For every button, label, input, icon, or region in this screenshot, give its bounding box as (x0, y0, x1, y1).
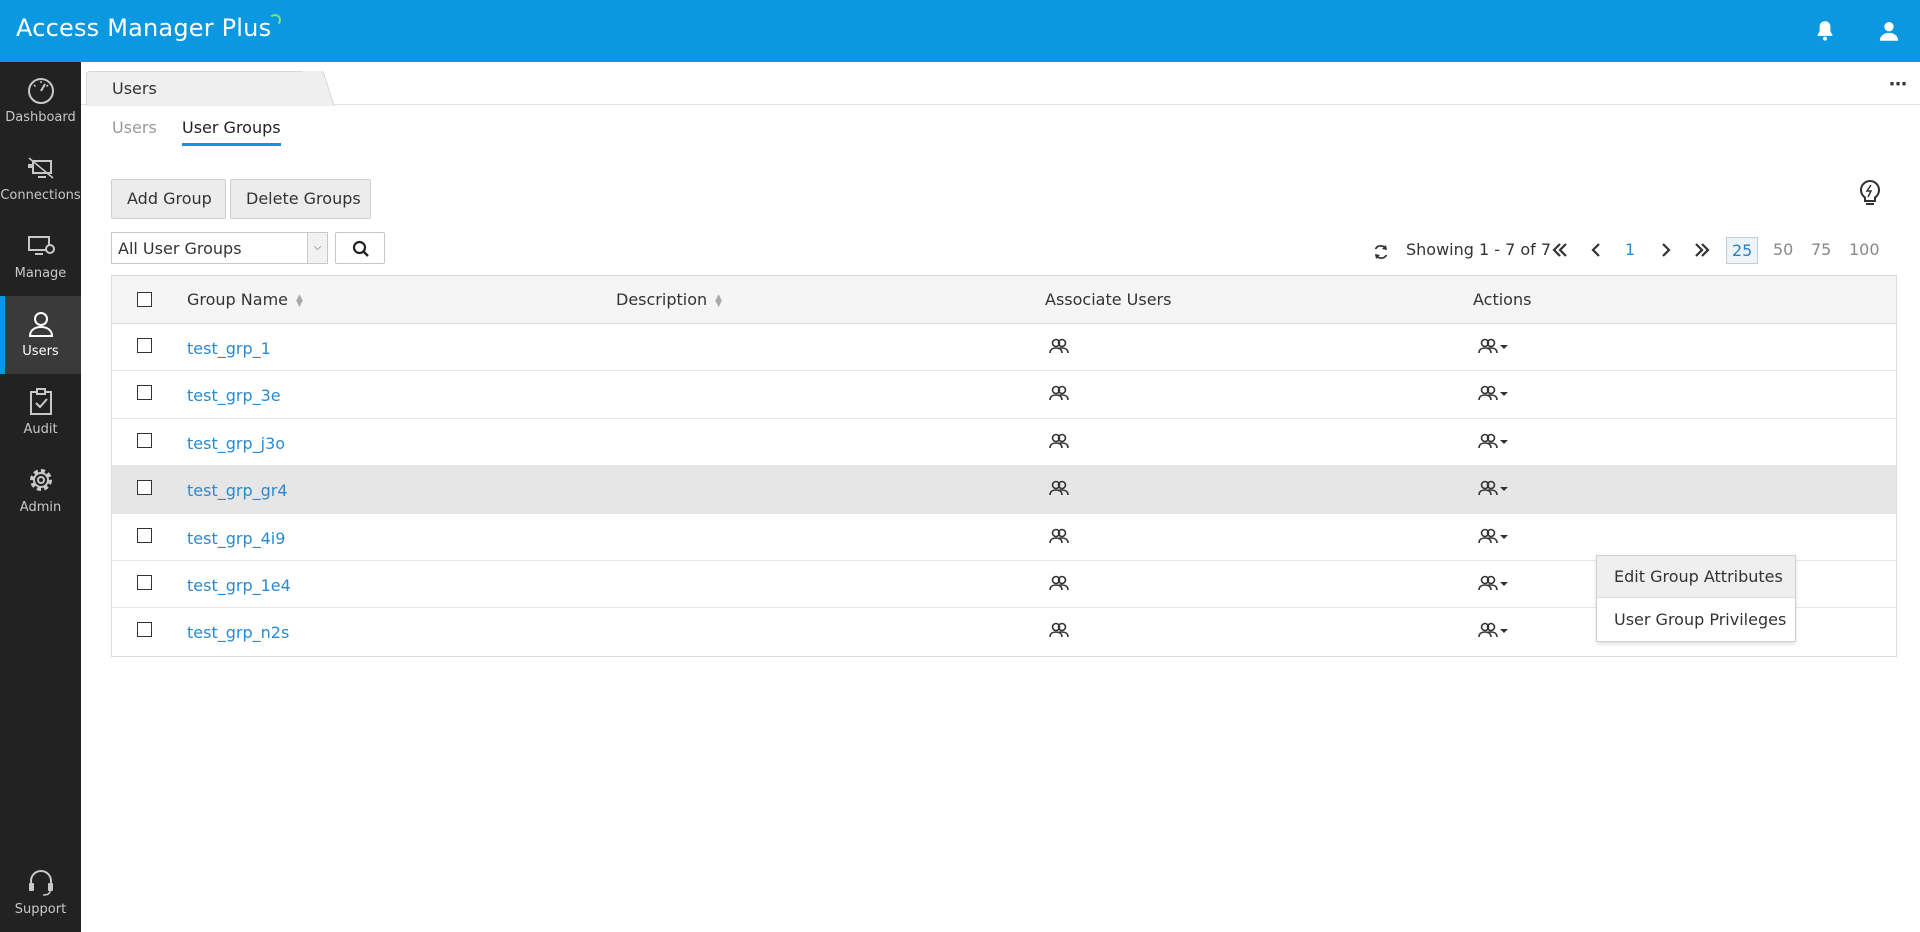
main-content: Users ⋯ Users User Groups Add Group Dele… (81, 62, 1920, 932)
sort-icon[interactable]: ▲ ▼ (715, 293, 722, 308)
sidebar-item-audit[interactable]: Audit (0, 374, 81, 452)
sidebar-item-dashboard[interactable]: Dashboard (0, 62, 81, 140)
add-group-button[interactable]: Add Group (111, 179, 226, 219)
row-checkbox[interactable] (137, 432, 152, 448)
lightbulb-icon[interactable] (1857, 179, 1883, 209)
associate-users-icon[interactable] (1048, 480, 1070, 500)
next-page-icon[interactable] (1659, 241, 1673, 259)
user-group-privileges-menu-item[interactable]: User Group Privileges (1597, 599, 1795, 641)
actions-dropdown-menu: Edit Group Attributes User Group Privile… (1596, 555, 1796, 642)
row-checkbox[interactable] (137, 527, 152, 543)
sort-icon[interactable]: ▲ ▼ (296, 293, 303, 308)
user-icon (28, 312, 54, 337)
group-actions-icon[interactable] (1477, 385, 1509, 405)
last-page-icon[interactable] (1693, 241, 1711, 259)
page-size-50[interactable]: 50 (1768, 237, 1798, 262)
select-all-checkbox[interactable] (137, 292, 152, 307)
edit-group-attributes-menu-item[interactable]: Edit Group Attributes (1597, 556, 1795, 598)
more-options-icon[interactable]: ⋯ (1889, 74, 1908, 95)
group-actions-icon[interactable] (1477, 528, 1509, 548)
table-row[interactable]: test_grp_4i9 (112, 514, 1896, 561)
clipboard-check-icon (30, 388, 52, 415)
sidebar-item-label: Users (22, 344, 59, 359)
group-actions-icon[interactable] (1477, 338, 1509, 358)
manage-icon (28, 236, 55, 255)
gauge-icon (28, 78, 54, 104)
group-name-link[interactable]: test_grp_gr4 (187, 481, 288, 500)
group-name-link[interactable]: test_grp_4i9 (187, 529, 285, 548)
row-checkbox[interactable] (137, 574, 152, 590)
tab-users[interactable]: Users (112, 118, 157, 143)
table-row[interactable]: test_grp_3e (112, 371, 1896, 419)
column-header-actions: Actions (1473, 290, 1532, 309)
row-checkbox[interactable] (137, 385, 152, 401)
gear-icon (30, 469, 52, 491)
group-name-link[interactable]: test_grp_n2s (187, 623, 289, 642)
refresh-icon[interactable] (1372, 243, 1390, 261)
bell-icon[interactable] (1812, 18, 1838, 44)
page-tab-users[interactable]: Users (86, 71, 316, 106)
column-header-associate-users: Associate Users (1045, 290, 1172, 309)
sidebar-item-support[interactable]: Support (0, 854, 81, 932)
sidebar-item-connections[interactable]: Connections (0, 140, 81, 218)
sidebar-item-label: Dashboard (5, 110, 76, 125)
table-row[interactable]: test_grp_1 (112, 324, 1896, 372)
app-title-text: Access Manager Plus (16, 14, 272, 42)
associate-users-icon[interactable] (1048, 385, 1070, 405)
associate-users-icon[interactable] (1048, 528, 1070, 548)
headset-icon (29, 870, 53, 896)
page-size-25[interactable]: 25 (1726, 237, 1759, 264)
table-header: Group Name ▲ ▼ Description ▲ ▼ Associate Use… (112, 276, 1896, 324)
sidebar-item-label: Admin (19, 500, 62, 515)
page-size-75[interactable]: 75 (1806, 237, 1836, 262)
pagination-summary: Showing 1 - 7 of 7 (1406, 240, 1552, 259)
sidebar-item-label: Manage (14, 266, 67, 281)
group-actions-icon[interactable] (1477, 480, 1509, 500)
row-checkbox[interactable] (137, 338, 152, 353)
sidebar-item-label: Audit (23, 422, 58, 437)
group-actions-icon[interactable] (1477, 433, 1509, 453)
associate-users-icon[interactable] (1048, 433, 1070, 453)
column-header-description[interactable]: Description ▲ ▼ (616, 290, 722, 309)
pagination-bar: Showing 1 - 7 of 7 1 25 50 75 100 (81, 237, 1920, 268)
page-tab-label: Users (112, 79, 157, 98)
user-icon[interactable] (1876, 18, 1902, 44)
top-header: Access Manager Plus (0, 0, 1920, 62)
group-name-link[interactable]: test_grp_j3o (187, 434, 285, 453)
sidebar-item-label: Support (14, 902, 67, 917)
page-tabstrip: Users ⋯ (81, 62, 1920, 106)
associate-users-icon[interactable] (1048, 575, 1070, 595)
column-label: Group Name (187, 290, 288, 309)
sidebar-item-admin[interactable]: Admin (0, 452, 81, 530)
group-actions-icon[interactable] (1477, 575, 1509, 595)
page-size-100[interactable]: 100 (1844, 237, 1885, 262)
sidebar-item-users[interactable]: Users (0, 296, 81, 374)
current-page-number[interactable]: 1 (1625, 240, 1635, 259)
sidebar-item-manage[interactable]: Manage (0, 218, 81, 296)
row-checkbox[interactable] (137, 480, 152, 496)
column-header-group-name[interactable]: Group Name ▲ ▼ (187, 290, 303, 309)
row-checkbox[interactable] (137, 622, 152, 638)
associate-users-icon[interactable] (1048, 622, 1070, 642)
group-name-link[interactable]: test_grp_1 (187, 339, 271, 358)
group-name-link[interactable]: test_grp_1e4 (187, 576, 291, 595)
first-page-icon[interactable] (1551, 241, 1569, 259)
group-name-link[interactable]: test_grp_3e (187, 386, 281, 405)
logo-arc-icon (269, 14, 282, 26)
sidebar: Dashboard Connections Manage Users Audit… (0, 62, 81, 932)
table-row[interactable]: test_grp_j3o (112, 419, 1896, 467)
previous-page-icon[interactable] (1589, 241, 1603, 259)
column-label: Description (616, 290, 708, 309)
sidebar-item-label: Connections (0, 188, 81, 203)
delete-groups-button[interactable]: Delete Groups (230, 179, 371, 219)
connections-icon (28, 157, 54, 179)
group-actions-icon[interactable] (1477, 622, 1509, 642)
app-title[interactable]: Access Manager Plus (16, 14, 283, 42)
tab-user-groups[interactable]: User Groups (182, 118, 281, 146)
table-row[interactable]: test_grp_gr4 (112, 466, 1896, 514)
associate-users-icon[interactable] (1048, 338, 1070, 358)
